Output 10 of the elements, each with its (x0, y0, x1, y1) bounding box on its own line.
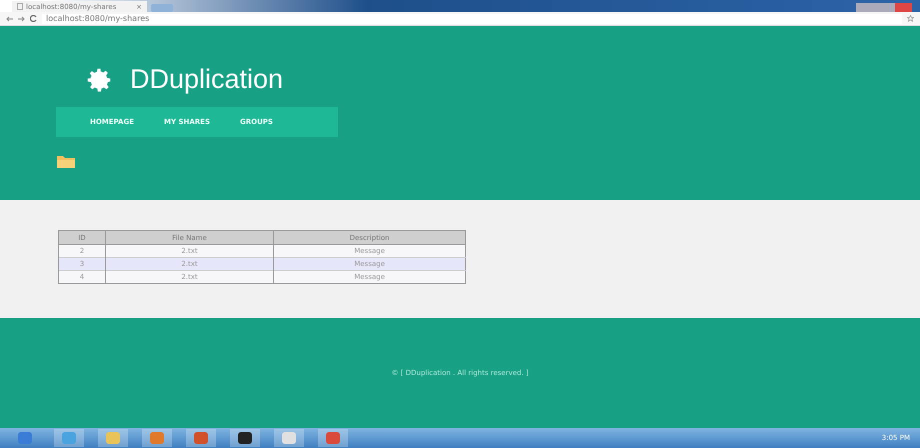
taskbar-app-icon[interactable] (230, 429, 260, 447)
forward-icon[interactable] (18, 16, 25, 22)
reload-icon[interactable] (30, 15, 37, 22)
folder-icon[interactable] (56, 153, 76, 169)
page-icon (17, 3, 23, 10)
site-title: DDuplication (130, 64, 284, 95)
back-icon[interactable] (6, 16, 13, 22)
window-controls[interactable] (856, 3, 912, 12)
star-icon[interactable] (907, 15, 914, 22)
address-field[interactable]: localhost:8080/my-shares (42, 14, 902, 24)
